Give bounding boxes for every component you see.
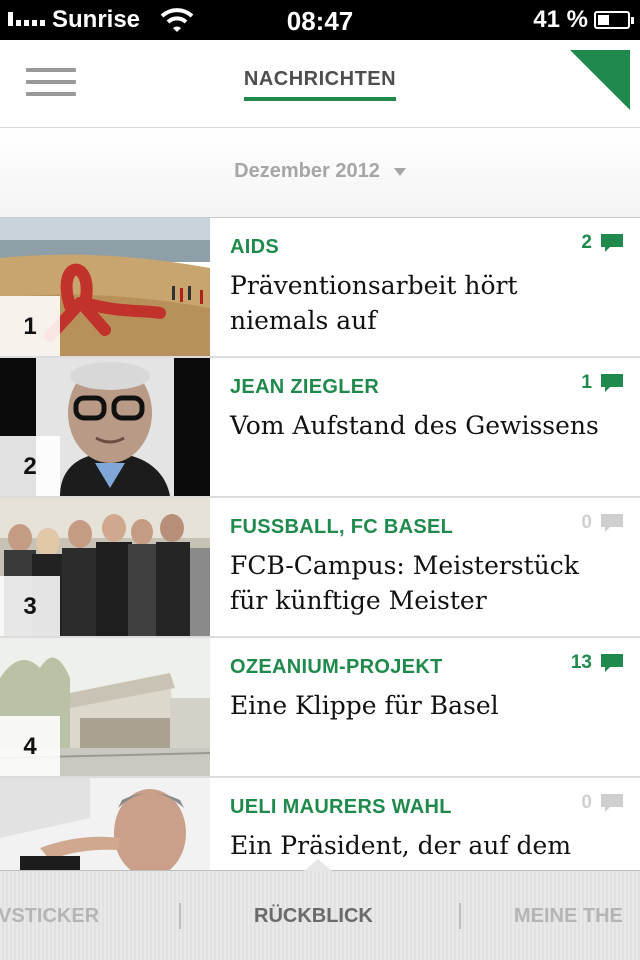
- article-rank: 3: [0, 576, 60, 636]
- article-row[interactable]: UELI MAURERS WAHL Ein Präsident, der auf…: [0, 778, 640, 870]
- battery-percentage: 41 %: [533, 6, 588, 33]
- comment-count[interactable]: 0: [581, 792, 624, 814]
- comment-bubble-icon: [601, 374, 623, 392]
- active-tab-indicator: [304, 859, 332, 871]
- comment-count-value: 0: [581, 792, 592, 813]
- corner-fold-icon[interactable]: [570, 50, 630, 110]
- tab-rueckblick[interactable]: RÜCKBLICK: [254, 905, 373, 928]
- comment-count-value: 0: [581, 512, 592, 533]
- dropdown-caret-icon: [393, 167, 406, 176]
- comment-count-value: 1: [581, 372, 592, 393]
- article-row[interactable]: 3 FUSSBALL, FC BASEL FCB-Campus: Meister…: [0, 498, 640, 638]
- comment-count[interactable]: 1: [581, 372, 624, 394]
- article-list: 1 AIDS Präventionsarbeit hört niemals au…: [0, 218, 640, 870]
- comment-count[interactable]: 0: [581, 512, 624, 534]
- bottom-tab-bar: VSTICKER RÜCKBLICK MEINE THE: [0, 859, 640, 960]
- article-headline: Präventionsarbeit hört niemals auf: [230, 271, 518, 335]
- article-thumbnail: 3: [0, 498, 210, 636]
- article-headline: FCB-Campus: Meisterstück für künftige Me…: [230, 551, 579, 615]
- comment-bubble-icon: [601, 234, 623, 252]
- comment-count-value: 13: [570, 652, 592, 673]
- article-category: FUSSBALL, FC BASEL: [230, 516, 454, 538]
- comment-bubble-icon: [601, 794, 623, 812]
- status-bar: Sunrise 08:47 41 %: [0, 0, 640, 40]
- tab-meine-themen[interactable]: MEINE THE: [514, 905, 623, 928]
- article-thumbnail: [0, 778, 210, 870]
- battery-icon: [594, 11, 634, 29]
- article-thumbnail: 4: [0, 638, 210, 776]
- comment-bubble-icon: [601, 654, 623, 672]
- comment-count[interactable]: 13: [571, 652, 624, 674]
- tab-newsticker[interactable]: VSTICKER: [0, 905, 99, 928]
- article-row[interactable]: 4 OZEANIUM-PROJEKT Eine Klippe für Basel…: [0, 638, 640, 778]
- article-rank: 1: [0, 296, 60, 356]
- comment-count-value: 2: [581, 232, 592, 253]
- tab-divider: [459, 903, 461, 929]
- article-rank: 2: [0, 436, 60, 496]
- article-row[interactable]: 1 AIDS Präventionsarbeit hört niemals au…: [0, 218, 640, 358]
- month-label: Dezember 2012: [234, 160, 380, 182]
- article-headline: Ein Präsident, der auf dem: [230, 831, 572, 860]
- article-headline: Vom Aufstand des Gewissens: [230, 411, 599, 440]
- tab-divider: [179, 903, 181, 929]
- article-category: JEAN ZIEGLER: [230, 376, 380, 398]
- article-thumbnail: 1: [0, 218, 210, 356]
- month-selector[interactable]: Dezember 2012: [0, 128, 640, 218]
- article-headline: Eine Klippe für Basel: [230, 691, 499, 720]
- comment-bubble-icon: [601, 514, 623, 532]
- article-category: UELI MAURERS WAHL: [230, 796, 452, 818]
- article-category: OZEANIUM-PROJEKT: [230, 656, 443, 678]
- article-thumbnail: 2: [0, 358, 210, 496]
- comment-count[interactable]: 2: [581, 232, 624, 254]
- section-title[interactable]: NACHRICHTEN: [243, 68, 397, 101]
- app-header: NACHRICHTEN: [0, 40, 640, 128]
- article-rank: 4: [0, 716, 60, 776]
- article-row[interactable]: 2 JEAN ZIEGLER Vom Aufstand des Gewissen…: [0, 358, 640, 498]
- article-category: AIDS: [230, 236, 279, 258]
